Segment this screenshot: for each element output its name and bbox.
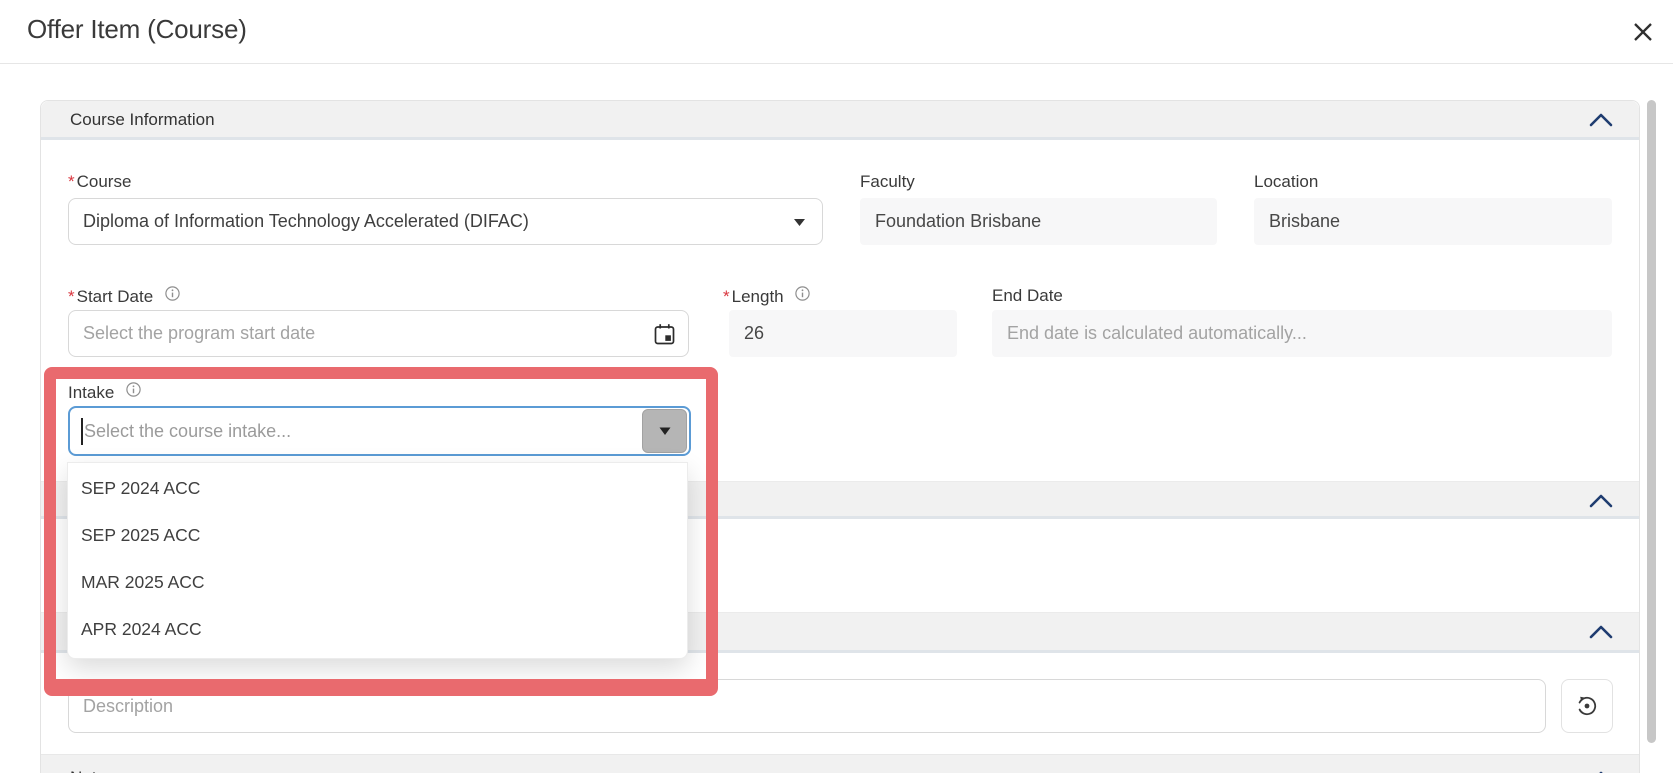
course-label: *Course [68, 172, 131, 194]
intake-option[interactable]: SEP 2025 ACC [68, 512, 687, 559]
info-circle-icon [165, 286, 180, 301]
end-date-field: End date is calculated automatically... [992, 310, 1612, 357]
required-marker: * [723, 287, 730, 306]
section-header-notes[interactable]: Notes [41, 754, 1639, 773]
close-button[interactable] [1626, 15, 1660, 49]
calendar-button[interactable] [649, 319, 679, 349]
intake-options-list: SEP 2024 ACC SEP 2025 ACC MAR 2025 ACC A… [67, 462, 688, 659]
form-card: Course Information *Course Faculty Locat… [40, 100, 1640, 773]
text-cursor [81, 418, 83, 445]
end-date-label: End Date [992, 286, 1063, 308]
chevron-up-icon[interactable] [1586, 768, 1616, 773]
course-select-value: Diploma of Information Technology Accele… [83, 211, 529, 231]
caret-down-icon [794, 219, 805, 227]
intake-option[interactable]: MAR 2025 ACC [68, 559, 687, 606]
required-marker: * [68, 287, 75, 306]
faculty-field: Foundation Brisbane [860, 198, 1217, 245]
intake-combobox-input[interactable] [68, 406, 691, 456]
start-date-label: *Start Date [68, 286, 180, 308]
section-title: Course Information [70, 101, 215, 138]
location-label: Location [1254, 172, 1318, 194]
section-title: Notes [70, 767, 114, 773]
section-header-course-information[interactable]: Course Information [41, 101, 1639, 140]
info-circle-icon [126, 382, 141, 397]
chevron-up-icon[interactable] [1586, 622, 1616, 642]
chevron-up-icon[interactable] [1586, 110, 1616, 130]
vertical-scrollbar[interactable] [1647, 100, 1656, 743]
header-divider [0, 63, 1673, 64]
intake-dropdown-button[interactable] [642, 409, 687, 453]
description-input[interactable] [68, 679, 1546, 733]
faculty-label: Faculty [860, 172, 915, 194]
dialog-title: Offer Item (Course) [27, 14, 247, 45]
length-field: 26 [729, 310, 957, 357]
offer-item-dialog: Offer Item (Course) Course Information *… [0, 0, 1673, 773]
chevron-up-icon[interactable] [1586, 491, 1616, 511]
caret-down-icon [659, 427, 671, 436]
intake-option[interactable]: APR 2024 ACC [68, 606, 687, 653]
history-restore-button[interactable] [1561, 679, 1613, 733]
course-select[interactable]: Diploma of Information Technology Accele… [68, 198, 823, 245]
calendar-icon [653, 323, 676, 346]
info-circle-icon [795, 286, 810, 301]
length-label: *Length [723, 286, 810, 308]
intake-label: Intake [68, 382, 141, 404]
intake-option[interactable]: SEP 2024 ACC [68, 465, 687, 512]
start-date-input[interactable] [68, 310, 689, 357]
close-x-icon [1631, 20, 1655, 44]
history-restore-icon [1574, 693, 1600, 719]
location-field: Brisbane [1254, 198, 1612, 245]
required-marker: * [68, 172, 75, 191]
